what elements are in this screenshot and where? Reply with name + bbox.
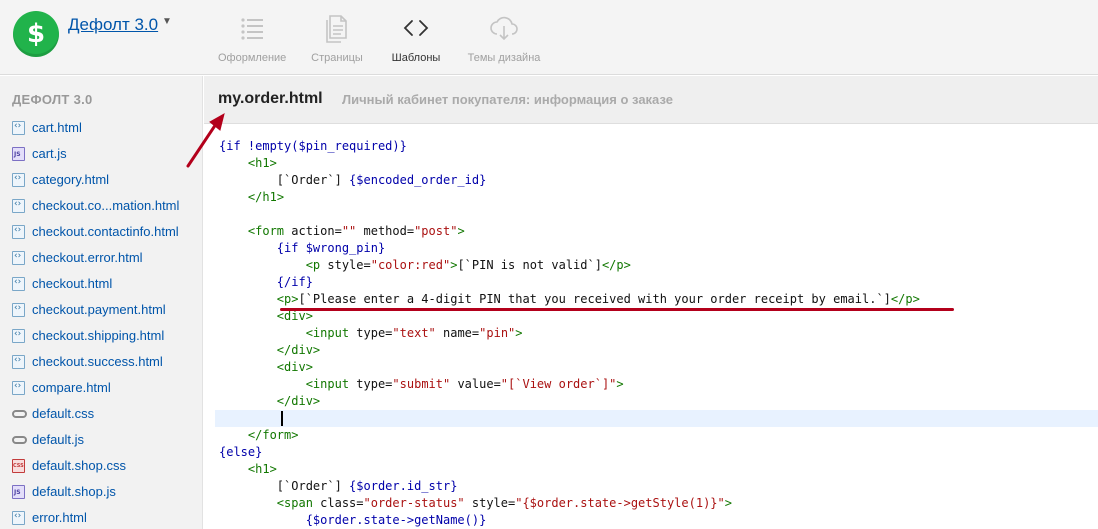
code-lines[interactable]: {if !empty($pin_required)} <h1> [`Order`… — [215, 138, 1098, 529]
code-line[interactable]: <p>[`Please enter a 4-digit PIN that you… — [219, 291, 1098, 308]
file-name: checkout.shipping.html — [32, 328, 165, 343]
html-file-icon — [12, 121, 25, 135]
file-name: checkout.contactinfo.html — [32, 224, 179, 239]
html-file-icon — [12, 225, 25, 239]
code-line[interactable]: {/if} — [219, 274, 1098, 291]
code-line[interactable]: {if $wrong_pin} — [219, 240, 1098, 257]
code-line[interactable]: </div> — [219, 393, 1098, 410]
tab-templates-label: Шаблоны — [391, 52, 441, 64]
code-line[interactable]: <h1> — [219, 461, 1098, 478]
top-header: $ Дефолт 3.0 ▼ Оформление Страницы Шабло… — [0, 0, 1098, 75]
code-line[interactable]: <div> — [219, 359, 1098, 376]
code-line[interactable]: [`Order`] {$order.id_str} — [219, 478, 1098, 495]
file-item[interactable]: default.js — [0, 427, 202, 453]
file-item[interactable]: default.css — [0, 401, 202, 427]
file-item[interactable]: checkout.shipping.html — [0, 323, 202, 349]
file-name: cart.js — [32, 146, 67, 161]
file-name: default.shop.js — [32, 484, 116, 499]
code-line[interactable]: {else} — [219, 444, 1098, 461]
code-line[interactable]: [`Order`] {$encoded_order_id} — [219, 172, 1098, 189]
file-name: category.html — [32, 172, 110, 187]
code-line[interactable]: <h1> — [219, 155, 1098, 172]
tab-pages-label: Страницы — [311, 52, 363, 64]
js-file-icon — [12, 147, 25, 161]
html-file-icon — [12, 381, 25, 395]
code-line[interactable]: <span class="order-status" style="{$orde… — [219, 495, 1098, 512]
file-name: default.shop.css — [32, 458, 126, 473]
code-line[interactable] — [219, 206, 1098, 223]
editor-header: my.order.html Личный кабинет покупателя:… — [204, 76, 1098, 124]
css-file-icon — [12, 436, 27, 444]
app-logo[interactable]: $ — [13, 11, 59, 57]
html-file-icon — [12, 329, 25, 343]
tab-templates[interactable]: Шаблоны — [388, 12, 444, 72]
tab-design-themes[interactable]: Темы дизайна — [465, 12, 543, 72]
sidebar: ДЕФОЛТ 3.0 cart.html cart.js category.html… — [0, 76, 203, 529]
code-editor[interactable]: {if !empty($pin_required)} <h1> [`Order`… — [204, 124, 1098, 529]
file-item[interactable]: checkout.co...mation.html — [0, 193, 202, 219]
tab-pages[interactable]: Страницы — [307, 12, 367, 72]
file-name: error.html — [32, 510, 87, 525]
file-name: default.js — [32, 432, 85, 447]
file-item[interactable]: checkout.contactinfo.html — [0, 219, 202, 245]
file-name: checkout.payment.html — [32, 302, 166, 317]
code-line[interactable]: </form> — [219, 427, 1098, 444]
list-icon — [241, 18, 263, 40]
code-line[interactable]: <form action="" method="post"> — [219, 223, 1098, 240]
pages-icon — [326, 15, 347, 43]
html-file-icon — [12, 199, 25, 213]
annotation-underline — [280, 308, 954, 311]
css-file-icon — [12, 410, 27, 418]
file-item[interactable]: checkout.payment.html — [0, 297, 202, 323]
file-name: checkout.html — [32, 276, 113, 291]
tab-design-label: Оформление — [218, 52, 287, 64]
editor-filename: my.order.html — [218, 90, 323, 107]
tab-design-themes-label: Темы дизайна — [467, 52, 541, 64]
editor-description: Личный кабинет покупателя: информация о … — [342, 92, 673, 107]
html-file-icon — [12, 251, 25, 265]
file-name: checkout.error.html — [32, 250, 143, 265]
file-item[interactable]: checkout.error.html — [0, 245, 202, 271]
code-line[interactable]: <input type="text" name="pin"> — [219, 325, 1098, 342]
code-line[interactable]: <p style="color:red">[`PIN is not valid`… — [219, 257, 1098, 274]
file-item[interactable]: error.html — [0, 505, 202, 529]
code-brackets-icon — [403, 20, 429, 36]
code-line[interactable]: {if !empty($pin_required)} — [219, 138, 1098, 155]
file-item[interactable]: default.shop.js — [0, 479, 202, 505]
html-file-icon — [12, 355, 25, 369]
file-item[interactable]: cart.html — [0, 115, 202, 141]
file-name: default.css — [32, 406, 95, 421]
dollar-icon: $ — [26, 19, 46, 49]
app-title-link[interactable]: Дефолт 3.0 — [68, 15, 158, 35]
html-file-icon — [12, 303, 25, 317]
annotation-arrow-icon — [186, 112, 225, 168]
code-line[interactable]: </h1> — [219, 189, 1098, 206]
code-line[interactable] — [215, 410, 1098, 427]
html-file-icon — [12, 173, 25, 187]
html-file-icon — [12, 277, 25, 291]
file-list: cart.html cart.js category.html checkout.co… — [0, 115, 202, 529]
code-line[interactable]: <input type="submit" value="[`View order… — [219, 376, 1098, 393]
file-item[interactable]: default.shop.css — [0, 453, 202, 479]
file-item[interactable]: checkout.html — [0, 271, 202, 297]
file-name: compare.html — [32, 380, 111, 395]
shopcss-file-icon — [12, 459, 25, 473]
file-name: cart.html — [32, 120, 82, 135]
tab-design[interactable]: Оформление — [218, 12, 286, 72]
code-line[interactable]: </div> — [219, 342, 1098, 359]
js-file-icon — [12, 485, 25, 499]
chevron-down-icon[interactable]: ▼ — [162, 16, 172, 27]
file-name: checkout.co...mation.html — [32, 198, 180, 213]
cloud-download-icon — [490, 16, 518, 41]
file-item[interactable]: cart.js — [0, 141, 202, 167]
file-item[interactable]: category.html — [0, 167, 202, 193]
file-item[interactable]: compare.html — [0, 375, 202, 401]
html-file-icon — [12, 511, 25, 525]
file-item[interactable]: checkout.success.html — [0, 349, 202, 375]
sidebar-heading: ДЕФОЛТ 3.0 — [12, 92, 93, 107]
file-name: checkout.success.html — [32, 354, 163, 369]
code-line[interactable]: {$order.state->getName()} — [219, 512, 1098, 529]
